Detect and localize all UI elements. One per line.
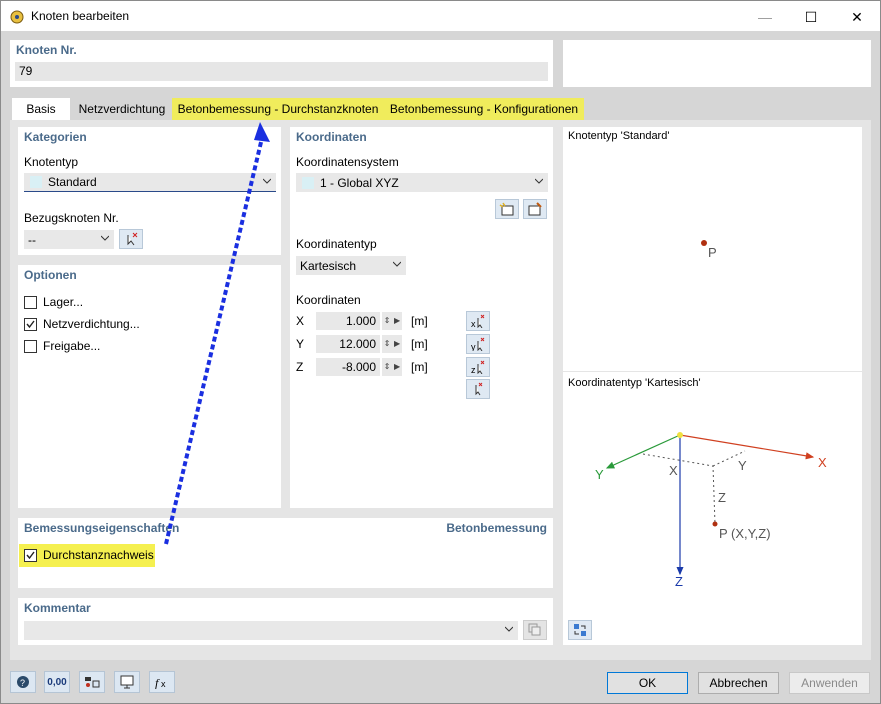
- display-settings-button[interactable]: [79, 671, 105, 693]
- cancel-button[interactable]: Abbrechen: [698, 672, 779, 694]
- decimal-places-button[interactable]: 0,00: [44, 671, 70, 693]
- help-button[interactable]: ?: [10, 671, 36, 693]
- svg-text:?: ?: [20, 678, 25, 688]
- formula-button[interactable]: fx: [149, 671, 175, 693]
- monitor-icon: [120, 675, 134, 689]
- svg-text:x: x: [161, 679, 166, 689]
- ok-button[interactable]: OK: [607, 672, 688, 694]
- svg-text:f: f: [155, 676, 160, 689]
- view-button[interactable]: [114, 671, 140, 693]
- apply-button[interactable]: Anwenden: [789, 672, 870, 694]
- annotation-arrow: [164, 122, 270, 545]
- formula-icon: fx: [155, 676, 166, 689]
- help-icon: ?: [17, 676, 29, 688]
- display-settings-icon: [85, 677, 100, 688]
